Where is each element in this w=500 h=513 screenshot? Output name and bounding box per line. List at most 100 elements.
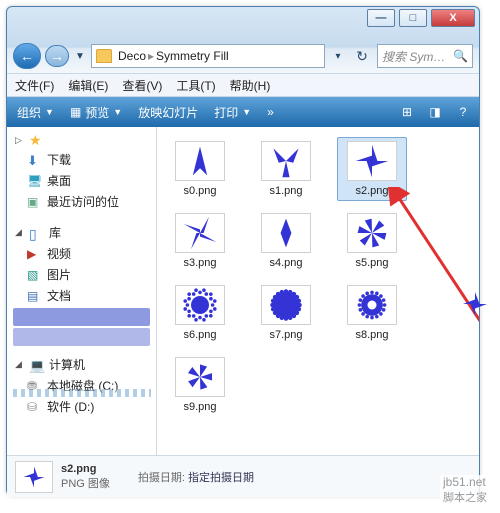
obscured-item: [13, 308, 150, 326]
menu-help[interactable]: 帮助(H): [230, 77, 271, 94]
thumbnail-icon: [175, 357, 225, 397]
thumbnail-icon: [261, 141, 311, 181]
details-name-block: s2.png PNG 图像: [61, 463, 110, 491]
file-list[interactable]: s0.png s1.png s2.png s3.png s4.png s5.png s6.p…: [157, 127, 479, 455]
download-icon: ⬇: [27, 153, 43, 167]
sidebar-pictures[interactable]: ▧图片: [7, 264, 156, 285]
file-label: s6.png: [183, 329, 216, 341]
thumbnail-icon: [175, 213, 225, 253]
sidebar-recent[interactable]: ▣最近访问的位: [7, 191, 156, 212]
close-button[interactable]: X: [431, 9, 475, 27]
file-label: s0.png: [183, 185, 216, 197]
address-bar: ← → ▼ Deco ▸ Symmetry Fill ▾ ↻ 搜索 Sym… 🔍: [7, 39, 479, 73]
search-icon: 🔍: [453, 49, 468, 63]
desktop-icon: 🖥: [27, 174, 43, 188]
explorer-window: — □ X ← → ▼ Deco ▸ Symmetry Fill ▾ ↻ 搜索 …: [6, 6, 480, 496]
sidebar-downloads[interactable]: ⬇下载: [7, 149, 156, 170]
sidebar-libraries[interactable]: ◢▯库: [7, 222, 156, 243]
thumbnail-icon: [175, 141, 225, 181]
thumbnail-icon: [175, 285, 225, 325]
thumbnail-icon: [261, 285, 311, 325]
preview-pane-icon[interactable]: ◨: [425, 105, 445, 119]
menu-view[interactable]: 查看(V): [122, 77, 162, 94]
preview-icon: ▦: [70, 105, 81, 119]
details-date-block: 拍摄日期: 指定拍摄日期: [138, 469, 254, 485]
video-icon: ▶: [27, 247, 43, 261]
navigation-pane: ▷★ ⬇下载 🖥桌面 ▣最近访问的位 ◢▯库 ▶视频 ▧图片 ▤文档 ◢💻计算机…: [7, 127, 157, 455]
sidebar-documents[interactable]: ▤文档: [7, 285, 156, 306]
search-placeholder: 搜索 Sym…: [382, 48, 445, 65]
file-label: s1.png: [269, 185, 302, 197]
sidebar-desktop[interactable]: 🖥桌面: [7, 170, 156, 191]
watermark: jb51.net 脚本之家: [440, 475, 490, 505]
drive-icon: ⛁: [27, 400, 43, 414]
sidebar-drive-d[interactable]: ⛁软件 (D:): [7, 396, 156, 417]
search-input[interactable]: 搜索 Sym… 🔍: [377, 44, 473, 68]
thumbnail-icon: [261, 213, 311, 253]
crumb-deco[interactable]: Deco: [118, 49, 146, 63]
menu-file[interactable]: 文件(F): [15, 77, 54, 94]
details-date-value[interactable]: 指定拍摄日期: [188, 472, 254, 484]
recent-icon: ▣: [27, 195, 43, 209]
crumb-separator-icon: ▸: [148, 49, 154, 63]
cmd-organize[interactable]: 组织▼: [13, 102, 58, 123]
floating-shape-icon: [458, 287, 492, 321]
sidebar-videos[interactable]: ▶视频: [7, 243, 156, 264]
watermark-text: 脚本之家: [443, 489, 487, 505]
file-s7[interactable]: s7.png: [251, 281, 321, 345]
back-button[interactable]: ←: [13, 43, 41, 69]
torn-edge: [13, 389, 151, 397]
file-s1[interactable]: s1.png: [251, 137, 321, 201]
breadcrumb[interactable]: Deco ▸ Symmetry Fill: [91, 44, 325, 68]
library-icon: ▯: [29, 226, 45, 240]
file-s9[interactable]: s9.png: [165, 353, 235, 417]
file-s2[interactable]: s2.png: [337, 137, 407, 201]
file-label: s3.png: [183, 257, 216, 269]
file-s6[interactable]: s6.png: [165, 281, 235, 345]
crumb-symmetry-fill[interactable]: Symmetry Fill: [156, 49, 229, 63]
document-icon: ▤: [27, 289, 43, 303]
file-label: s7.png: [269, 329, 302, 341]
command-bar: 组织▼ ▦预览▼ 放映幻灯片 打印▼ » ⊞ ◨ ?: [7, 97, 479, 127]
content-area: ▷★ ⬇下载 🖥桌面 ▣最近访问的位 ◢▯库 ▶视频 ▧图片 ▤文档 ◢💻计算机…: [7, 127, 479, 455]
title-bar: — □ X: [7, 7, 479, 39]
file-s8[interactable]: s8.png: [337, 281, 407, 345]
refresh-button[interactable]: ↻: [351, 48, 373, 65]
help-icon[interactable]: ?: [453, 105, 473, 119]
file-s3[interactable]: s3.png: [165, 209, 235, 273]
file-label: s4.png: [269, 257, 302, 269]
menu-tools[interactable]: 工具(T): [176, 77, 215, 94]
thumbnail-icon: [347, 285, 397, 325]
file-s0[interactable]: s0.png: [165, 137, 235, 201]
address-dropdown[interactable]: ▾: [329, 51, 347, 62]
star-icon: ★: [29, 133, 45, 147]
picture-icon: ▧: [27, 268, 43, 282]
file-s4[interactable]: s4.png: [251, 209, 321, 273]
view-options-icon[interactable]: ⊞: [397, 105, 417, 119]
cmd-print[interactable]: 打印▼: [210, 102, 255, 123]
computer-icon: 💻: [29, 358, 45, 372]
file-label: s8.png: [355, 329, 388, 341]
cmd-preview[interactable]: ▦预览▼: [66, 102, 126, 123]
watermark-url: jb51.net: [443, 475, 487, 489]
file-s5[interactable]: s5.png: [337, 209, 407, 273]
cmd-more[interactable]: »: [263, 103, 278, 121]
obscured-item: [13, 328, 150, 346]
details-filename: s2.png: [61, 463, 110, 475]
details-filetype: PNG 图像: [61, 475, 110, 491]
sidebar-computer[interactable]: ◢💻计算机: [7, 354, 156, 375]
details-thumbnail: [15, 461, 53, 493]
minimize-button[interactable]: —: [367, 9, 395, 27]
thumbnail-icon: [347, 213, 397, 253]
details-date-label: 拍摄日期:: [138, 472, 185, 484]
cmd-slideshow[interactable]: 放映幻灯片: [134, 102, 202, 123]
forward-button[interactable]: →: [45, 45, 69, 67]
maximize-button[interactable]: □: [399, 9, 427, 27]
nav-history-dropdown[interactable]: ▼: [73, 51, 87, 62]
menu-bar: 文件(F) 编辑(E) 查看(V) 工具(T) 帮助(H): [7, 73, 479, 97]
details-pane: s2.png PNG 图像 拍摄日期: 指定拍摄日期: [7, 455, 479, 497]
sidebar-favorites[interactable]: ▷★: [7, 131, 156, 149]
file-label: s5.png: [355, 257, 388, 269]
file-label: s9.png: [183, 401, 216, 413]
menu-edit[interactable]: 编辑(E): [68, 77, 108, 94]
